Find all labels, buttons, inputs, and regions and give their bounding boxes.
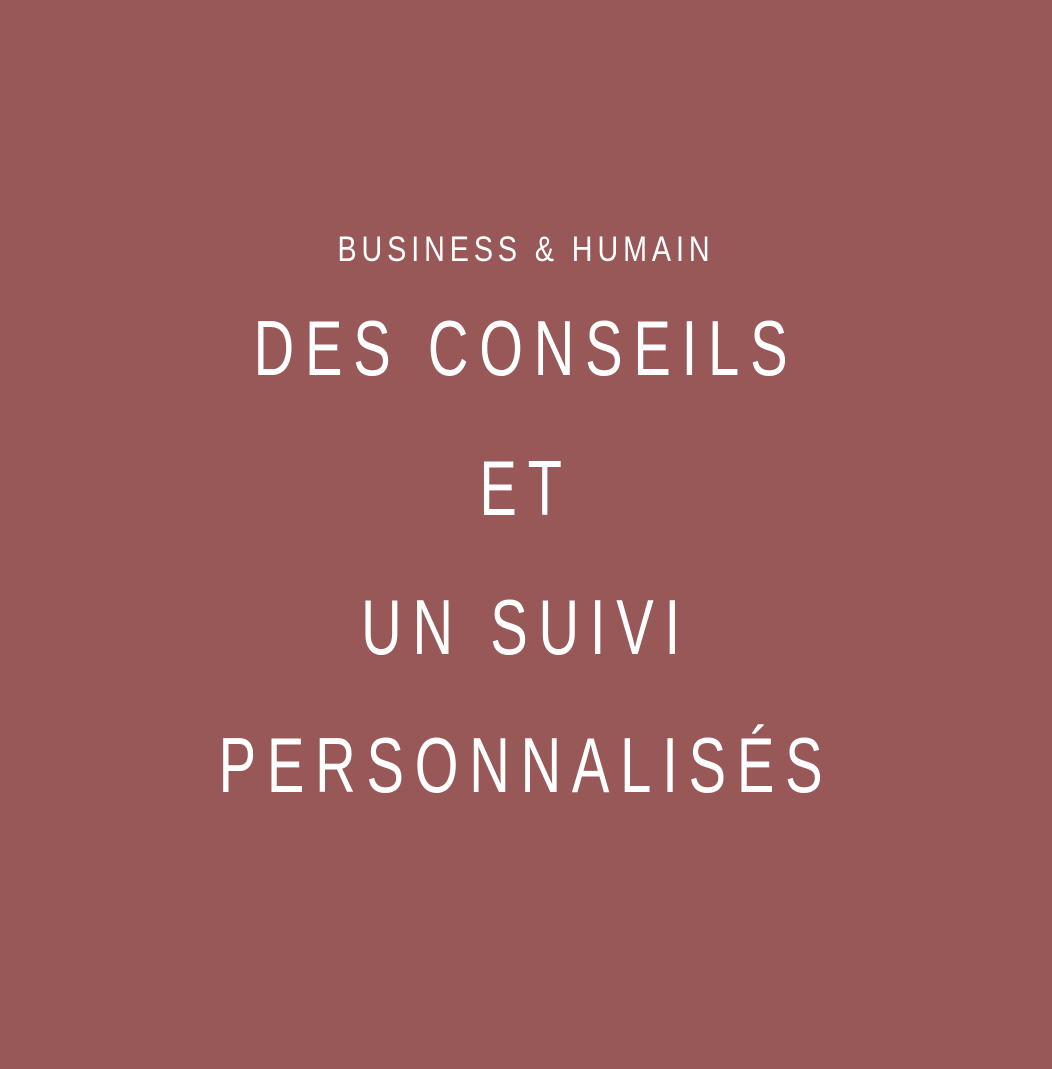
subtitle: BUSINESS & HUMAIN bbox=[337, 230, 715, 269]
headline-line-1: DES CONSEILS bbox=[253, 304, 799, 392]
headline-line-3: UN SUIVI bbox=[361, 583, 691, 671]
headline-line-4: PERSONNALISÉS bbox=[218, 721, 834, 809]
headline-line-2: ET bbox=[479, 444, 573, 532]
poster-canvas: BUSINESS & HUMAIN DES CONSEILS ET UN SUI… bbox=[0, 0, 1052, 1069]
